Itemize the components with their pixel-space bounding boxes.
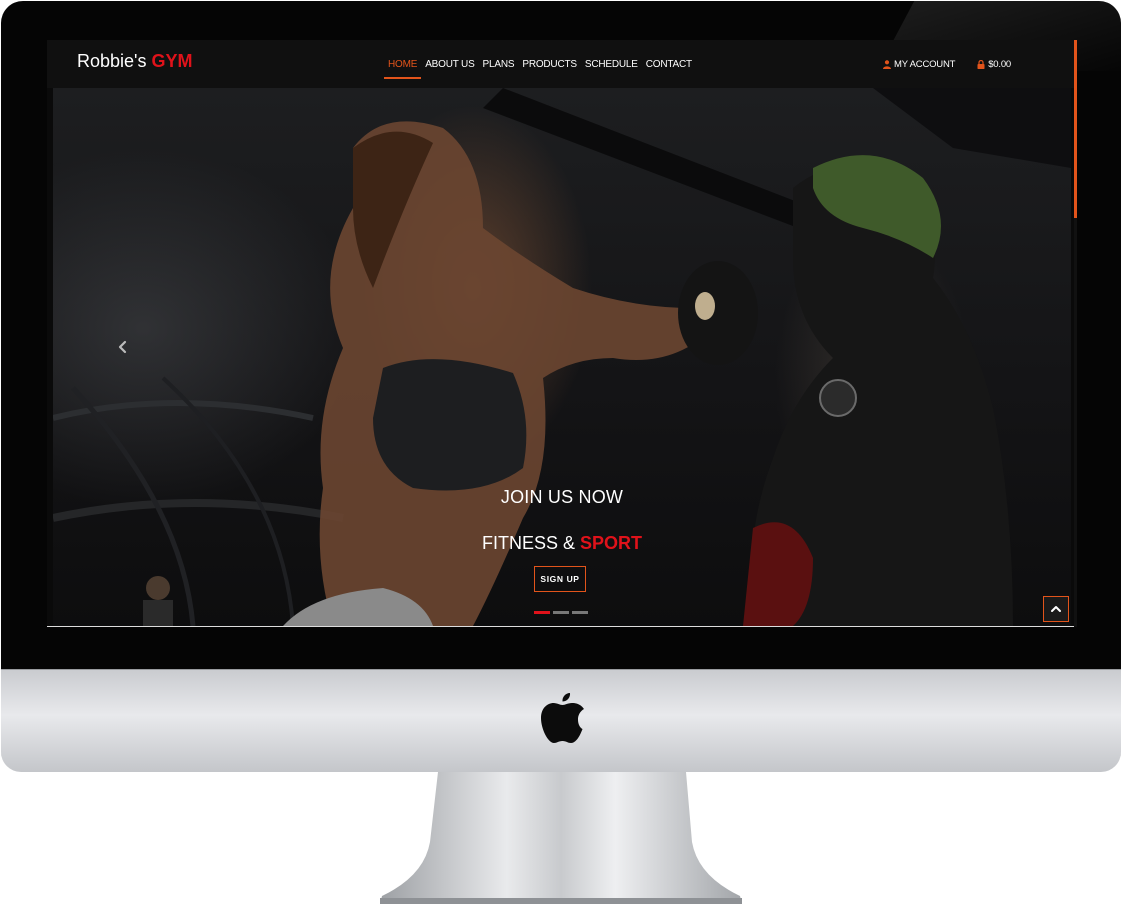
nav-home[interactable]: HOME (384, 40, 422, 88)
apple-logo-icon (541, 693, 584, 743)
screen-bottom-edge (47, 626, 1077, 627)
main-nav: HOME ABOUT US PLANS PRODUCTS SCHEDULE CO… (384, 40, 696, 88)
user-icon (883, 59, 892, 69)
nav-schedule[interactable]: SCHEDULE (581, 40, 642, 88)
nav-utilities: MY ACCOUNT $0.00 (883, 40, 1011, 88)
carousel-indicators (534, 611, 588, 614)
navbar: Robbie's GYM HOME ABOUT US PLANS PRODUCT… (47, 40, 1077, 88)
sign-up-button[interactable]: SIGN UP (534, 566, 586, 592)
lock-bag-icon (977, 59, 985, 69)
monitor-stand (380, 772, 742, 904)
carousel-prev-button[interactable] (115, 336, 131, 358)
browser-screen: Robbie's GYM HOME ABOUT US PLANS PRODUCT… (47, 40, 1077, 627)
nav-plans[interactable]: PLANS (479, 40, 519, 88)
my-account-link[interactable]: MY ACCOUNT (883, 59, 955, 70)
my-account-label: MY ACCOUNT (894, 58, 956, 70)
scrollbar-thumb[interactable] (1074, 40, 1077, 218)
logo-accent-text: GYM (151, 51, 193, 71)
chevron-left-icon (118, 340, 127, 354)
hero-title: JOIN US NOW (500, 487, 624, 507)
site-logo[interactable]: Robbie's GYM (77, 51, 193, 72)
page-scrollbar[interactable] (1074, 40, 1077, 627)
logo-main-text: Robbie's (77, 51, 152, 71)
nav-about-us[interactable]: ABOUT US (421, 40, 478, 88)
cart-total: $0.00 (988, 58, 1011, 70)
cart-link[interactable]: $0.00 (977, 59, 1011, 70)
carousel-indicator-1[interactable] (534, 611, 550, 614)
nav-contact[interactable]: CONTACT (642, 40, 696, 88)
hero-subtitle-accent: SPORT (580, 533, 643, 553)
hero-subtitle: FITNESS & SPORT (53, 533, 1071, 554)
carousel-indicator-2[interactable] (553, 611, 569, 614)
carousel-indicator-3[interactable] (572, 611, 588, 614)
chevron-up-icon (1051, 606, 1061, 612)
hero-subtitle-main: FITNESS & (481, 533, 580, 553)
back-to-top-button[interactable] (1043, 596, 1069, 622)
hero-slider: JOIN US NOW FITNESS & SPORT SIGN UP (53, 88, 1071, 626)
nav-products[interactable]: PRODUCTS (518, 40, 581, 88)
